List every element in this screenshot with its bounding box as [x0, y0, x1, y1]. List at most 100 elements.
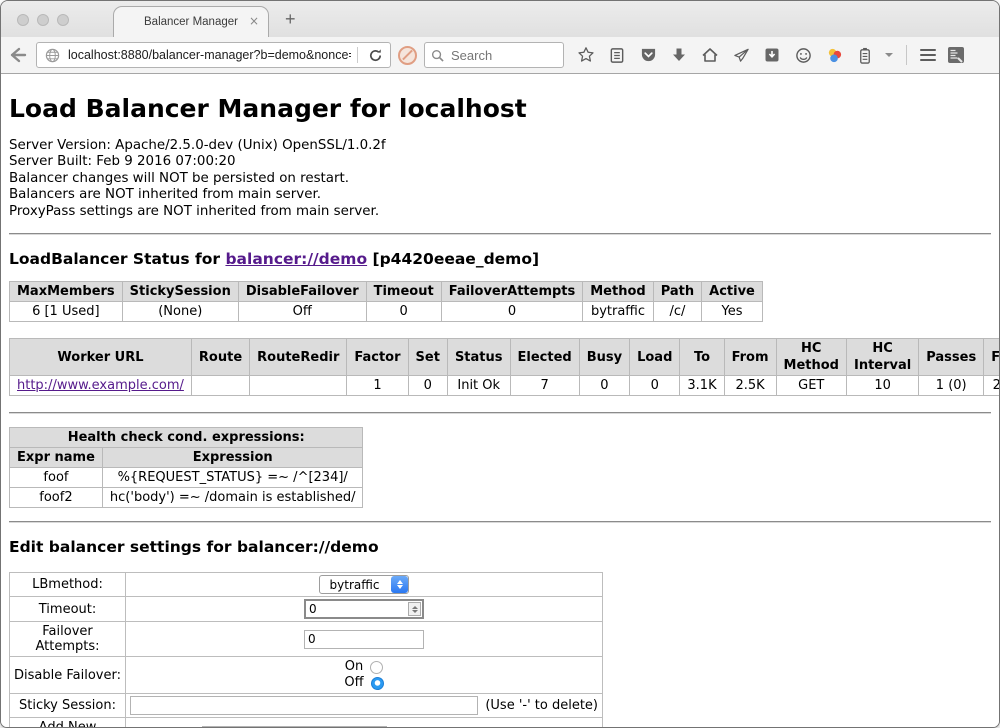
search-icon: [431, 49, 444, 62]
header-cell: Fails: [984, 339, 999, 376]
form-row-timeout: Timeout:: [10, 597, 603, 622]
data-cell: 0: [579, 376, 629, 396]
data-cell: Init Ok: [447, 376, 510, 396]
sticky-session-label: Sticky Session:: [10, 694, 126, 718]
header-cell: StickySession: [122, 282, 238, 302]
tab-close-icon[interactable]: ×: [249, 14, 259, 28]
worker-url-cell: http://www.example.com/: [10, 376, 192, 396]
minimize-window-button[interactable]: [37, 14, 49, 26]
proxypass-note-line: ProxyPass settings are NOT inherited fro…: [9, 204, 991, 220]
header-cell: From: [724, 339, 776, 376]
data-cell: GET: [776, 376, 846, 396]
toolbar-divider: [906, 45, 907, 65]
header-cell: Timeout: [366, 282, 441, 302]
bookmark-star-icon[interactable]: [575, 44, 597, 66]
balancer-demo-link[interactable]: balancer://demo: [225, 250, 367, 268]
data-cell: Yes: [702, 302, 763, 322]
toolbar-icons: [575, 44, 967, 66]
data-cell: bytraffic: [583, 302, 653, 322]
search-input[interactable]: [449, 47, 544, 64]
lbmethod-label: LBmethod:: [10, 573, 126, 597]
globe-icon: [41, 44, 63, 66]
chevron-down-icon[interactable]: [885, 53, 893, 57]
header-cell: Passes: [919, 339, 984, 376]
server-version-line: Server Version: Apache/2.5.0-dev (Unix) …: [9, 138, 991, 154]
battery-extension-icon[interactable]: [854, 44, 876, 66]
home-icon[interactable]: [699, 44, 721, 66]
plugin-blocked-icon[interactable]: [398, 46, 417, 65]
header-cell: Set: [408, 339, 447, 376]
header-cell: RouteRedir: [250, 339, 347, 376]
back-button[interactable]: [7, 44, 29, 66]
data-cell: 7: [510, 376, 579, 396]
page-content: Load Balancer Manager for localhost Serv…: [1, 74, 999, 728]
header-cell: Worker URL: [10, 339, 192, 376]
search-bar[interactable]: [424, 42, 564, 68]
data-cell: Off: [238, 302, 366, 322]
failover-attempts-input[interactable]: [304, 630, 424, 649]
window-controls: [17, 14, 69, 26]
data-cell: 2.5K: [724, 376, 776, 396]
form-row-disable-failover: Disable Failover: On Off: [10, 657, 603, 694]
disable-failover-label: Disable Failover:: [10, 657, 126, 694]
tab-title: Balancer Manager: [144, 16, 238, 28]
number-spinner-icon[interactable]: [408, 602, 421, 616]
worker-url-link[interactable]: http://www.example.com/: [17, 378, 184, 393]
table-header-row: Expr name Expression: [10, 448, 363, 468]
failover-attempts-label: Failover Attempts:: [10, 622, 126, 657]
status-heading-prefix: LoadBalancer Status for: [9, 250, 220, 268]
divider: [9, 233, 991, 235]
form-row-lbmethod: LBmethod: bytraffic: [10, 573, 603, 597]
form-row-add-worker: Add New Worker: Are you sure?: [10, 718, 603, 728]
header-cell: Factor: [347, 339, 408, 376]
data-cell: 10: [846, 376, 918, 396]
header-cell: Load: [630, 339, 680, 376]
data-cell: /c/: [653, 302, 701, 322]
new-tab-button[interactable]: +: [285, 9, 296, 30]
header-cell: Method: [583, 282, 653, 302]
tab-bar: Balancer Manager × +: [1, 1, 999, 37]
balancer-status-table: MaxMembers StickySession DisableFailover…: [9, 281, 763, 322]
url-bar[interactable]: localhost:8880/balancer-manager?b=demo&n…: [36, 42, 391, 68]
table-row: 6 [1 Used] (None) Off 0 0 bytraffic /c/ …: [10, 302, 763, 322]
hello-smiley-icon[interactable]: [792, 44, 814, 66]
persist-note-line: Balancer changes will NOT be persisted o…: [9, 171, 991, 187]
grid-extension-icon[interactable]: [945, 44, 967, 66]
data-cell: 6 [1 Used]: [10, 302, 123, 322]
data-cell: 1 (0): [919, 376, 984, 396]
lbmethod-select[interactable]: bytraffic: [319, 575, 410, 594]
header-cell: To: [680, 339, 724, 376]
inherit-note-line: Balancers are NOT inherited from main se…: [9, 187, 991, 203]
colors-extension-icon[interactable]: [823, 44, 845, 66]
send-icon[interactable]: [730, 44, 752, 66]
divider: [9, 521, 991, 523]
server-info: Server Version: Apache/2.5.0-dev (Unix) …: [9, 138, 991, 220]
reading-list-icon[interactable]: [606, 44, 628, 66]
pocket-icon[interactable]: [637, 44, 659, 66]
timeout-input[interactable]: [304, 599, 424, 619]
lbmethod-selected-value: bytraffic: [330, 578, 392, 592]
header-cell: Busy: [579, 339, 629, 376]
tab-balancer-manager[interactable]: Balancer Manager ×: [113, 6, 269, 37]
timeout-label: Timeout:: [10, 597, 126, 622]
data-cell: 0: [441, 302, 583, 322]
failover-off-radio[interactable]: [371, 677, 384, 690]
data-cell: 0: [630, 376, 680, 396]
data-cell: 0: [408, 376, 447, 396]
failover-on-radio[interactable]: [370, 661, 383, 674]
menu-icon[interactable]: [920, 49, 936, 61]
header-cell: FailoverAttempts: [441, 282, 583, 302]
table-header-row: MaxMembers StickySession DisableFailover…: [10, 282, 763, 302]
close-window-button[interactable]: [17, 14, 29, 26]
header-cell: Elected: [510, 339, 579, 376]
save-to-device-icon[interactable]: [761, 44, 783, 66]
download-icon[interactable]: [668, 44, 690, 66]
page-title: Load Balancer Manager for localhost: [9, 94, 991, 123]
table-row: foof2 hc('body') =~ /domain is establish…: [10, 488, 363, 508]
data-cell: 3.1K: [680, 376, 724, 396]
data-cell: 1: [347, 376, 408, 396]
zoom-window-button[interactable]: [57, 14, 69, 26]
navigation-toolbar: localhost:8880/balancer-manager?b=demo&n…: [1, 37, 999, 74]
reload-icon[interactable]: [364, 44, 386, 66]
sticky-session-input[interactable]: [130, 696, 478, 715]
